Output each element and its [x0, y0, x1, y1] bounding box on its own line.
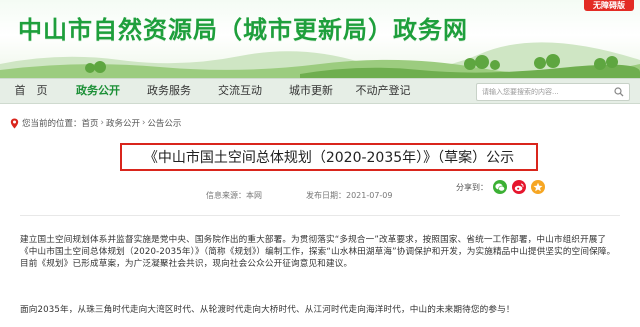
site-header-banner: 中山市自然资源局（城市更新局）政务网 无障碍版 [0, 0, 640, 78]
nav-item-gov-services[interactable]: 政务服务 [134, 79, 204, 103]
article-paragraph-1: 建立国土空间规划体系并监督实施是党中央、国务院作出的重大部署。为贯彻落实“多规合… [20, 235, 616, 269]
article-meta: 信息来源：本网 发布日期：2021-07-09 [206, 190, 393, 201]
breadcrumb: 您当前的位置： 首页 › 政务公开 › 公告公示 [10, 116, 181, 130]
accessibility-mode-button[interactable]: 无障碍版 [584, 0, 634, 11]
location-pin-icon [10, 118, 19, 128]
breadcrumb-home[interactable]: 首页 [82, 117, 99, 129]
share-bar: 分享到： [456, 180, 545, 194]
breadcrumb-announcements[interactable]: 公告公示 [147, 117, 181, 129]
article-title: 《中山市国土空间总体规划（2020-2035年）》（草案）公示 [120, 143, 538, 171]
breadcrumb-separator: › [141, 118, 146, 128]
share-wechat-button[interactable] [493, 180, 507, 194]
nav-item-real-estate-registration[interactable]: 不动产登记 [346, 79, 420, 103]
wechat-icon [495, 183, 505, 191]
breadcrumb-gov-affairs-open[interactable]: 政务公开 [106, 117, 140, 129]
article-paragraph-2: 面向2035年，从珠三角时代走向大湾区时代、从轮渡时代走向大桥时代、从江河时代走… [20, 305, 515, 315]
article-source: 信息来源：本网 [206, 191, 262, 200]
breadcrumb-separator: › [100, 118, 104, 128]
qzone-icon [533, 182, 543, 192]
search-button[interactable] [609, 84, 629, 100]
site-search-box: 请输入您要搜索的内容... [476, 83, 630, 101]
article-divider [20, 215, 620, 216]
site-title[interactable]: 中山市自然资源局（城市更新局）政务网 [18, 10, 468, 45]
breadcrumb-prefix: 您当前的位置： [22, 119, 82, 129]
search-icon [614, 87, 624, 97]
nav-item-home[interactable]: 首 页 [0, 79, 62, 103]
search-input[interactable]: 请输入您要搜索的内容... [477, 87, 609, 97]
article-date: 发布日期：2021-07-09 [306, 191, 393, 200]
main-nav: 首 页 政务公开 政务服务 交流互动 城市更新 不动产登记 请输入您要搜索的内容… [0, 78, 640, 104]
nav-item-gov-affairs-open[interactable]: 政务公开 [62, 79, 134, 103]
share-weibo-button[interactable] [512, 180, 526, 194]
nav-item-urban-renewal[interactable]: 城市更新 [276, 79, 346, 103]
share-label: 分享到： [456, 182, 488, 192]
nav-item-interaction[interactable]: 交流互动 [204, 79, 276, 103]
weibo-icon [514, 183, 524, 191]
share-qzone-button[interactable] [531, 180, 545, 194]
